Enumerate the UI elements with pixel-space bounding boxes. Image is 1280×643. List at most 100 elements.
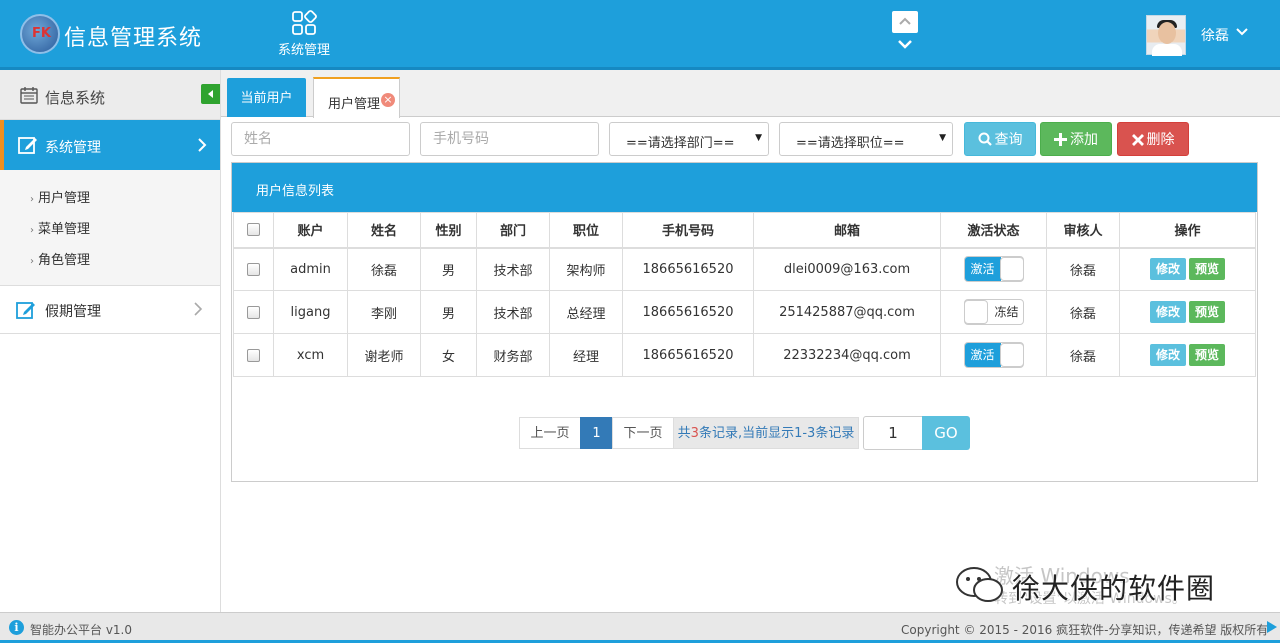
plus-icon [1054,133,1067,146]
cell-reviewer: 徐磊 [1046,290,1120,334]
phone-search-input[interactable] [420,122,599,156]
sidebar-item-leave-management[interactable]: 假期管理 [0,286,220,334]
chevron-right-icon [198,138,207,152]
column-header: 账户 [273,212,348,249]
calendar-icon [20,87,38,104]
column-header: 操作 [1119,212,1256,249]
status-label: 激活 [964,343,1001,367]
tab-bar: 当前用户 用户管理 × [221,70,1280,118]
sidebar-header: 信息系统 [0,70,220,120]
caret-down-icon: ▼ [755,133,762,143]
sidebar-item-system-management[interactable]: 系统管理 [0,120,220,170]
go-button[interactable]: GO [922,416,970,450]
search-icon [978,132,992,146]
collapse-header-button[interactable] [892,11,918,33]
sidebar-toggle-button[interactable] [201,84,220,104]
record-count: 3 [690,426,699,441]
user-avatar[interactable] [1146,15,1186,56]
row-checkbox[interactable] [247,305,260,319]
preview-button[interactable]: 预览 [1189,301,1225,323]
department-select[interactable]: ==请选择部门== ▼ [609,122,769,156]
column-header: 手机号码 [622,212,754,249]
logo-text: FK [32,26,51,41]
user-menu-chevron-icon[interactable] [1235,27,1249,37]
edit-button[interactable]: 修改 [1150,344,1186,366]
sidebar: 信息系统 系统管理 › 用户管理 › 菜单管理 › 角色管理 假期管理 [0,70,221,612]
row-checkbox[interactable] [247,262,260,276]
cell-reviewer: 徐磊 [1046,333,1120,377]
cell-email: 251425887@qq.com [753,290,941,334]
edit-button[interactable]: 修改 [1150,301,1186,323]
submenu-item-user-management[interactable]: › 用户管理 [30,187,90,206]
status-toggle[interactable]: 激活 [963,256,1024,283]
name-search-input[interactable] [231,122,410,156]
version-label: 智能办公平台 v1.0 [30,623,133,637]
goto-page-input[interactable] [863,416,923,450]
position-select[interactable]: ==请选择职位== ▼ [779,122,953,156]
position-select-value: ==请选择职位== [796,136,905,151]
submenu: › 用户管理 › 菜单管理 › 角色管理 [0,170,220,286]
select-all-checkbox[interactable] [247,223,260,237]
sidebar-item-label: 假期管理 [45,304,101,320]
tab-current-user[interactable]: 当前用户 [227,78,306,117]
status-label: 冻结 [994,305,1019,319]
sidebar-header-label: 信息系统 [45,89,106,107]
user-name[interactable]: 徐磊 [1201,25,1229,45]
column-header: 部门 [476,212,550,249]
cell-actions: 修改 预览 [1119,333,1256,377]
status-toggle[interactable]: 激活 [963,342,1024,368]
nav-system-management[interactable]: 系统管理 [270,10,338,58]
edit-button[interactable]: 修改 [1150,258,1186,281]
table-row: xcm 谢老师 女 财务部 经理 18665616520 22332234@qq… [233,333,1256,377]
row-select-cell [233,333,274,377]
chevron-down-icon[interactable] [897,38,913,50]
table-row: admin 徐磊 男 技术部 架构师 18665616520 dlei0009@… [233,247,1256,291]
tab-user-management[interactable]: 用户管理 × [313,77,400,118]
row-select-cell [233,290,274,334]
cell-department: 技术部 [476,247,550,291]
app-title: 信息管理系统 [64,26,203,51]
cell-phone: 18665616520 [622,247,754,291]
cell-gender: 女 [420,333,477,377]
preview-button[interactable]: 预览 [1189,344,1225,366]
prev-page-button[interactable]: 上一页 [519,417,581,449]
cell-position: 总经理 [549,290,623,334]
cell-email: 22332234@qq.com [753,333,941,377]
delete-button[interactable]: 删除 [1117,122,1189,156]
department-select-value: ==请选择部门== [626,136,735,151]
next-page-button[interactable]: 下一页 [612,417,674,449]
cell-position: 架构师 [549,247,623,291]
status-toggle[interactable]: 冻结 [963,299,1024,325]
table-row: ligang 李刚 男 技术部 总经理 18665616520 25142588… [233,290,1256,334]
column-header: 邮箱 [753,212,941,249]
cell-name: 李刚 [347,290,421,334]
cell-status: 激活 [940,333,1047,377]
row-select-cell [233,247,274,291]
play-icon[interactable] [1267,621,1277,633]
row-checkbox[interactable] [247,348,260,362]
page-number-button[interactable]: 1 [580,417,613,449]
nav-label: 系统管理 [277,43,330,58]
chevron-right-icon [194,302,203,316]
cell-status: 冻结 [940,290,1047,334]
chevron-up-icon [899,17,911,25]
close-icon[interactable]: × [381,93,395,107]
top-header: FK 信息管理系统 系统管理 徐磊 [0,0,1280,70]
cell-status: 激活 [940,247,1047,291]
submenu-item-menu-management[interactable]: › 菜单管理 [30,218,90,237]
preview-button[interactable]: 预览 [1189,258,1225,281]
cell-email: dlei0009@163.com [753,247,941,291]
copyright-text: Copyright © 2015 - 2016 疯狂软件-分享知识，传递希望 版… [901,623,1269,637]
record-count-info: 共3条记录,当前显示1-3条记录 [673,417,859,449]
user-table: 账户 姓名 性别 部门 职位 手机号码 邮箱 激活状态 审核人 操作 admin… [233,212,1256,377]
submenu-item-role-management[interactable]: › 角色管理 [30,249,90,268]
cell-account: ligang [273,290,348,334]
cell-actions: 修改 预览 [1119,247,1256,291]
panel-title: 用户信息列表 [232,163,1257,212]
column-header: 职位 [549,212,623,249]
query-button[interactable]: 查询 [964,122,1036,156]
add-button[interactable]: 添加 [1040,122,1112,156]
caret-down-icon: ▼ [939,133,946,143]
info-icon: i [9,620,24,635]
caret-left-icon [207,90,213,98]
